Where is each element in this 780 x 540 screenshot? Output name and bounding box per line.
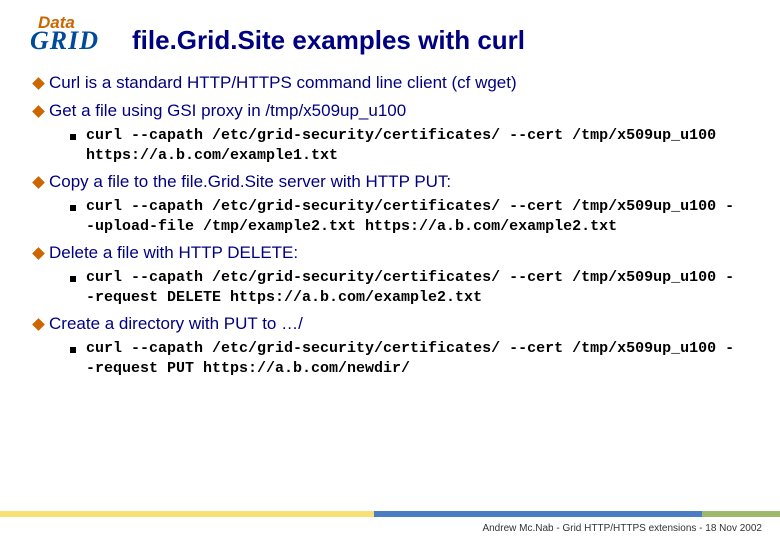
sub-bullet-item: curl --capath /etc/grid-security/certifi… (70, 268, 750, 307)
logo: Data GRID (30, 18, 122, 62)
slide: Data GRID file.Grid.Site examples with c… (0, 0, 780, 540)
code-text: curl --capath /etc/grid-security/certifi… (86, 339, 736, 378)
logo-bottom-text: GRID (30, 28, 99, 54)
bullet-item: Curl is a standard HTTP/HTTPS command li… (34, 72, 750, 94)
header: Data GRID file.Grid.Site examples with c… (30, 18, 750, 62)
bullet-text: Get a file using GSI proxy in /tmp/x509u… (49, 100, 406, 122)
bullet-item: Delete a file with HTTP DELETE: (34, 242, 750, 264)
code-text: curl --capath /etc/grid-security/certifi… (86, 126, 736, 165)
bullet-text: Delete a file with HTTP DELETE: (49, 242, 298, 264)
footer: Andrew Mc.Nab - Grid HTTP/HTTPS extensio… (0, 511, 780, 540)
content: Curl is a standard HTTP/HTTPS command li… (30, 72, 750, 378)
bullet-text: Create a directory with PUT to …/ (49, 313, 303, 335)
sub-bullet-item: curl --capath /etc/grid-security/certifi… (70, 126, 750, 165)
diamond-icon (32, 105, 45, 118)
footer-bar (0, 511, 780, 517)
diamond-icon (32, 176, 45, 189)
bullet-item: Create a directory with PUT to …/ (34, 313, 750, 335)
code-text: curl --capath /etc/grid-security/certifi… (86, 268, 736, 307)
diamond-icon (32, 247, 45, 260)
bar-segment-blue (374, 511, 702, 517)
bullet-text: Copy a file to the file.Grid.Site server… (49, 171, 451, 193)
footer-text: Andrew Mc.Nab - Grid HTTP/HTTPS extensio… (0, 517, 780, 540)
bullet-item: Get a file using GSI proxy in /tmp/x509u… (34, 100, 750, 122)
square-icon (70, 205, 76, 211)
square-icon (70, 276, 76, 282)
square-icon (70, 347, 76, 353)
code-text: curl --capath /etc/grid-security/certifi… (86, 197, 736, 236)
page-title: file.Grid.Site examples with curl (132, 25, 525, 56)
diamond-icon (32, 77, 45, 90)
sub-bullet-item: curl --capath /etc/grid-security/certifi… (70, 339, 750, 378)
bullet-text: Curl is a standard HTTP/HTTPS command li… (49, 72, 517, 94)
bar-segment-green (702, 511, 780, 517)
square-icon (70, 134, 76, 140)
sub-bullet-item: curl --capath /etc/grid-security/certifi… (70, 197, 750, 236)
bar-segment-yellow (0, 511, 374, 517)
diamond-icon (32, 319, 45, 332)
bullet-item: Copy a file to the file.Grid.Site server… (34, 171, 750, 193)
